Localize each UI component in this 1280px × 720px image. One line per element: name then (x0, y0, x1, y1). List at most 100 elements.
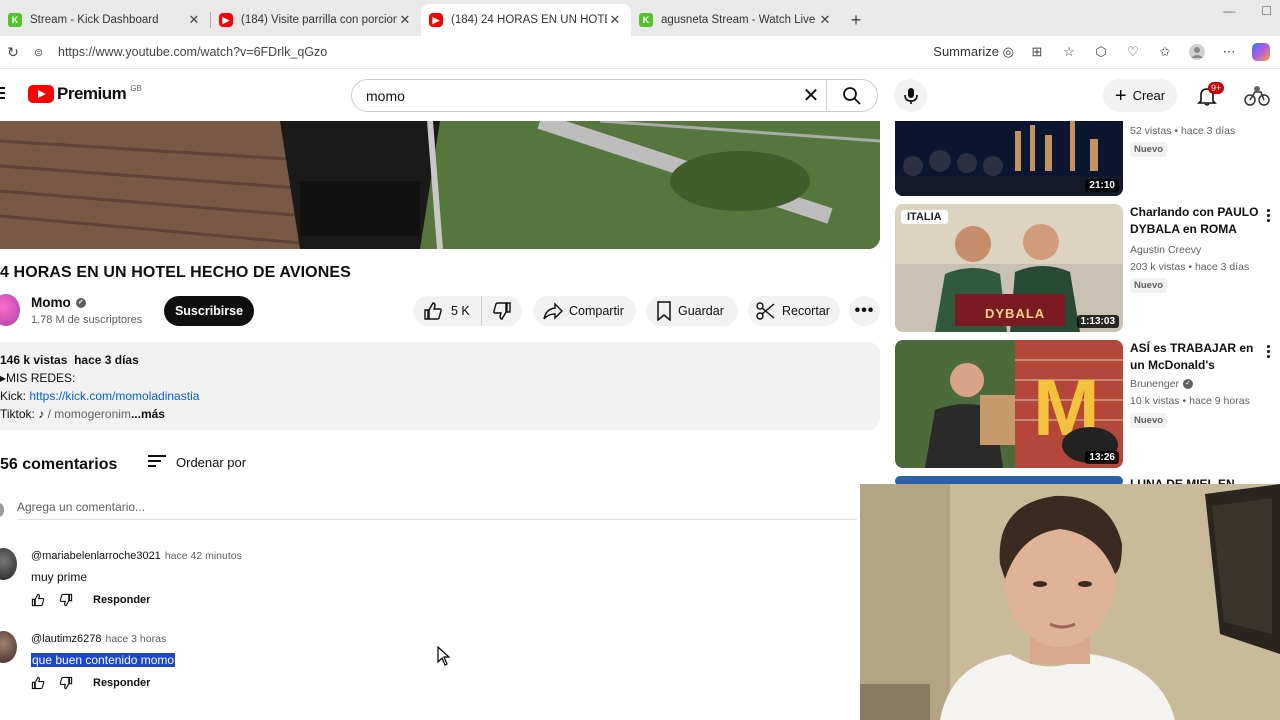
clip-button[interactable]: Recortar (748, 296, 840, 326)
reply-button[interactable]: Responder (93, 677, 150, 689)
tab-title: (184) Visite parrilla con porciones XXL (241, 14, 397, 26)
extensions-icon[interactable]: ⬡ (1092, 43, 1110, 61)
search-button[interactable] (826, 79, 878, 112)
tab-youtube-hotel[interactable]: ▶ (184) 24 HORAS EN UN HOTEL HECHO DE AV… (421, 4, 631, 36)
comment-author[interactable]: @mariabelenlarroche3021 hace 42 minutos (31, 550, 242, 562)
maximize-icon[interactable]: ☐ (1261, 4, 1272, 18)
youtube-logo[interactable]: Premium GB (28, 84, 142, 104)
clear-search-icon[interactable]: ✕ (796, 83, 826, 108)
more-actions-button[interactable]: ••• (849, 296, 880, 326)
tiktok-prefix: Tiktok: (0, 407, 39, 421)
subscriber-count: 1.78 M de suscriptores (31, 314, 143, 326)
verified-icon: ✓ (1183, 379, 1194, 389)
favorites-icon[interactable]: ✩ (1156, 43, 1174, 61)
comment-handle: @mariabelenlarroche3021 (31, 550, 161, 562)
more-options-icon[interactable]: ⋯ (1220, 43, 1238, 61)
thumbs-up-icon[interactable] (31, 593, 45, 607)
comment-actions: Responder (31, 676, 150, 690)
close-tab-icon[interactable]: ✕ (817, 12, 833, 28)
account-avatar[interactable] (1244, 84, 1270, 108)
thumbs-up-icon[interactable] (31, 676, 45, 690)
comment-text: muy prime (31, 570, 88, 584)
comment-handle: @lautimz6278 (31, 633, 102, 645)
tab-kick-dashboard[interactable]: K Stream - Kick Dashboard ✕ (0, 4, 210, 36)
close-tab-icon[interactable]: ✕ (397, 12, 413, 28)
description-meta: 146 k vistas hace 3 días (0, 351, 880, 369)
new-badge: Nuevo (1130, 278, 1168, 293)
logo-text: Premium (57, 84, 127, 103)
new-badge: Nuevo (1130, 413, 1168, 428)
video-title[interactable]: Charlando con PAULO DYBALA en ROMA (1130, 204, 1270, 238)
scissors-icon (756, 302, 775, 320)
copilot-icon[interactable] (1252, 43, 1270, 61)
tab-youtube-parrilla[interactable]: ▶ (184) Visite parrilla con porciones XX… (211, 4, 421, 36)
show-more-link[interactable]: ...más (131, 407, 165, 421)
comment-actions: Responder (31, 593, 150, 607)
description-box[interactable]: 146 k vistas hace 3 días ▸MIS REDES: Kic… (0, 342, 880, 430)
reply-button[interactable]: Responder (93, 594, 150, 606)
subscribe-button[interactable]: Suscribirse (164, 296, 254, 326)
sort-button[interactable]: Ordenar por (148, 455, 246, 470)
address-bar: ↻ ⊜ https://www.youtube.com/watch?v=6FDr… (0, 36, 1280, 69)
comment-text-selected: que buen contenido momo (31, 653, 176, 667)
save-button[interactable]: Guardar (646, 296, 738, 326)
reload-icon[interactable]: ↻ (2, 44, 24, 61)
thumbs-down-icon[interactable] (59, 593, 73, 607)
kick-link[interactable]: https://kick.com/momoladinastia (29, 389, 199, 403)
video-thumbnail[interactable]: ITALIA DYBALA 1:13:03 (895, 204, 1123, 332)
channel-avatar[interactable] (0, 294, 20, 326)
voice-search-button[interactable] (894, 79, 927, 112)
close-tab-icon[interactable]: ✕ (607, 12, 623, 28)
tab-title: (184) 24 HORAS EN UN HOTEL HECHO DE AVIO… (451, 14, 607, 26)
split-screen-icon[interactable]: ⊞ (1028, 43, 1046, 61)
tab-title: agusneta Stream - Watch Live on Kick (661, 14, 817, 26)
channel-name[interactable]: Momo ✓ (31, 295, 86, 310)
more-horizontal-icon: ••• (854, 302, 875, 319)
share-button[interactable]: Compartir (533, 296, 636, 326)
mouse-cursor-icon (437, 646, 451, 666)
channel-name-text: Momo (31, 295, 71, 310)
menu-icon[interactable] (0, 87, 6, 102)
performance-icon[interactable]: ♡ (1124, 43, 1142, 61)
video-title: 4 HORAS EN UN HOTEL HECHO DE AVIONES (0, 264, 351, 281)
favorite-star-icon[interactable]: ☆ (1060, 43, 1078, 61)
site-info-icon[interactable]: ⊜ (34, 46, 52, 59)
new-tab-button[interactable]: + (841, 4, 871, 36)
description-kick-line: Kick: https://kick.com/momoladinastia (0, 387, 880, 405)
comment-avatar[interactable] (0, 631, 17, 663)
kebab-menu-icon[interactable] (1267, 345, 1271, 360)
thumbs-down-icon[interactable] (59, 676, 73, 690)
url-field[interactable]: https://www.youtube.com/watch?v=6FDrlk_q… (58, 45, 933, 59)
thumbnail-shirt-text: DYBALA (985, 306, 1046, 321)
minimize-icon[interactable]: — (1223, 4, 1235, 18)
video-duration: 1:13:03 (1076, 315, 1119, 328)
summarize-button[interactable]: Summarize ◎ (933, 44, 1014, 60)
close-tab-icon[interactable]: ✕ (186, 12, 202, 28)
user-avatar (0, 503, 4, 517)
video-thumbnail[interactable]: M 13:26 (895, 340, 1123, 468)
video-title[interactable]: ASÍ es TRABAJAR en un McDonald's (1130, 340, 1270, 374)
video-meta: 10 k vistas • hace 9 horas (1130, 395, 1250, 407)
profile-icon[interactable] (1188, 43, 1206, 61)
window-controls: — ☐ (1223, 4, 1272, 18)
notifications-badge: 9+ (1208, 82, 1225, 94)
create-button[interactable]: + Crear (1103, 79, 1177, 112)
channel-name[interactable]: Brunenger ✓ (1130, 378, 1194, 390)
kebab-menu-icon[interactable] (1267, 209, 1271, 224)
thumbnail-image: M (895, 340, 1123, 468)
search-input[interactable] (366, 87, 796, 104)
dislike-button[interactable] (482, 296, 522, 326)
browser-tab-bar: K Stream - Kick Dashboard ✕ ▶ (184) Visi… (0, 0, 1280, 36)
comment-avatar[interactable] (0, 548, 17, 580)
video-thumbnail[interactable]: 21:10 (895, 121, 1123, 196)
plus-icon: + (1114, 84, 1127, 107)
tiktok-handle[interactable]: / momogeronim (44, 407, 131, 421)
tab-kick-agusneta[interactable]: K agusneta Stream - Watch Live on Kick ✕ (631, 4, 841, 36)
view-count: 146 k vistas (0, 353, 68, 367)
video-meta: 52 vistas • hace 3 días (1130, 125, 1236, 137)
add-comment-input[interactable]: Agrega un comentario... (17, 500, 857, 520)
comment-author[interactable]: @lautimz6278 hace 3 horas (31, 633, 166, 645)
video-player[interactable] (0, 121, 880, 249)
like-button[interactable]: 5 K (413, 296, 482, 326)
channel-name[interactable]: Agustin Creevy (1130, 244, 1201, 256)
